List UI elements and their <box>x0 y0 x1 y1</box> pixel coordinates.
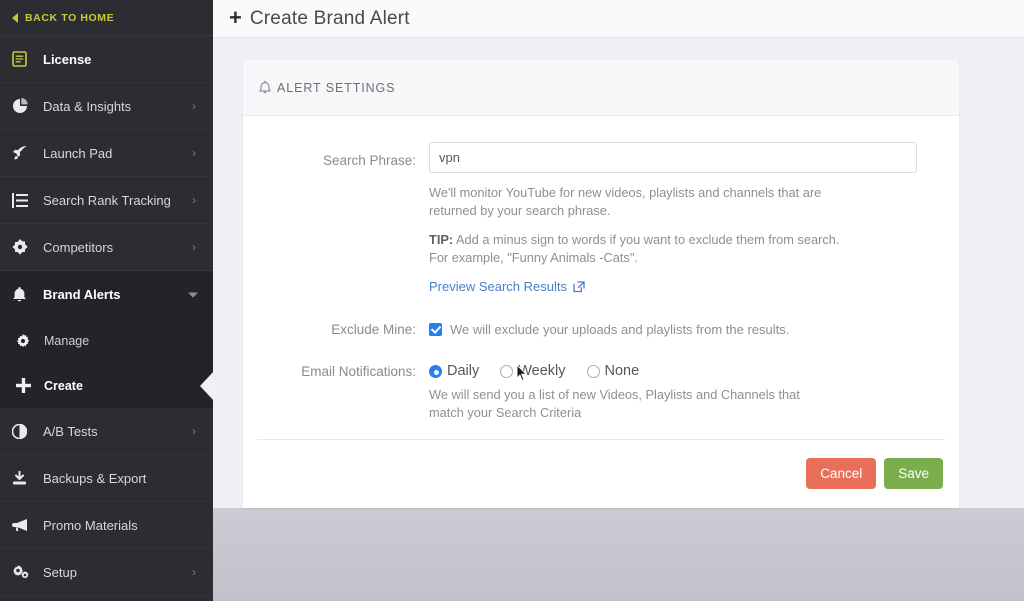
card-header: ALERT SETTINGS <box>243 60 959 116</box>
gears-icon <box>12 563 34 581</box>
radio-daily-label: Daily <box>447 363 480 379</box>
radio-weekly-indicator[interactable] <box>500 364 514 378</box>
active-indicator-caret-icon <box>200 370 213 401</box>
sidebar-subitem-create[interactable]: Create <box>0 363 213 408</box>
radio-none-label: None <box>604 363 640 379</box>
bell-icon <box>259 81 271 94</box>
radio-option-none[interactable]: None <box>586 363 640 379</box>
page-background-lower <box>213 508 1024 601</box>
sidebar-item-backups-export[interactable]: Backups & Export <box>0 455 213 502</box>
email-notifications-row: Email Notifications: Daily Weekly None W… <box>243 363 959 422</box>
radio-option-daily[interactable]: Daily <box>429 363 479 379</box>
alert-settings-card: ALERT SETTINGS Search Phrase: We'll moni… <box>243 60 959 508</box>
main-content: + Create Brand Alert ALERT SETTINGS Sear… <box>213 0 1024 601</box>
sidebar-item-label: Launch Pad <box>43 145 113 161</box>
caret-left-icon <box>12 12 18 23</box>
exclude-mine-label: Exclude Mine: <box>331 322 416 337</box>
search-phrase-tip: TIP: Add a minus sign to words if you wa… <box>429 231 849 267</box>
card-divider <box>257 439 945 440</box>
radio-weekly-label: Weekly <box>518 363 566 379</box>
sidebar-item-label: Competitors <box>43 239 114 255</box>
save-button[interactable]: Save <box>884 458 943 489</box>
bell-icon <box>12 286 34 304</box>
back-to-home-link[interactable]: BACK TO HOME <box>0 0 213 36</box>
contrast-circle-icon <box>12 422 34 440</box>
chevron-right-icon: › <box>192 146 196 160</box>
exclude-mine-checkbox[interactable] <box>429 323 442 336</box>
exclude-mine-text: We will exclude your uploads and playlis… <box>450 322 790 337</box>
radio-daily-indicator[interactable] <box>429 364 442 378</box>
sidebar-item-data-insights[interactable]: Data & Insights › <box>0 83 213 130</box>
megaphone-icon <box>12 516 34 534</box>
exclude-mine-checkbox-line[interactable]: We will exclude your uploads and playlis… <box>429 322 929 337</box>
brand-alerts-submenu: Manage Create <box>0 318 213 408</box>
email-notifications-label: Email Notifications: <box>301 364 416 379</box>
preview-search-results-label: Preview Search Results <box>429 279 567 294</box>
sidebar-subitem-label: Create <box>44 378 83 393</box>
preview-search-results-link[interactable]: Preview Search Results <box>429 279 585 294</box>
sidebar-item-label: Promo Materials <box>43 517 138 533</box>
search-phrase-input[interactable] <box>429 142 917 173</box>
plus-icon <box>16 378 40 393</box>
cancel-button[interactable]: Cancel <box>806 458 877 489</box>
radio-option-weekly[interactable]: Weekly <box>500 363 566 379</box>
sidebar-item-label: Backups & Export <box>43 470 147 486</box>
page-title: Create Brand Alert <box>249 7 410 29</box>
email-notifications-helper: We will send you a list of new Videos, P… <box>429 387 800 420</box>
radio-none-indicator[interactable] <box>586 364 600 378</box>
exclude-mine-row: Exclude Mine: We will exclude your uploa… <box>243 322 959 337</box>
sidebar-item-label: A/B Tests <box>43 423 98 439</box>
chevron-right-icon: › <box>192 424 196 438</box>
tip-label: TIP: <box>429 232 454 247</box>
search-phrase-field-group: We'll monitor YouTube for new videos, pl… <box>429 142 959 296</box>
chevron-right-icon: › <box>192 565 196 579</box>
preview-link-row: Preview Search Results <box>429 278 929 296</box>
target-diamond-icon <box>12 238 34 256</box>
sidebar-item-ab-tests[interactable]: A/B Tests › <box>0 408 213 455</box>
sidebar-item-label: Setup <box>43 564 77 580</box>
rocket-icon <box>12 144 34 162</box>
sidebar-item-label: Data & Insights <box>43 98 132 114</box>
plus-icon: + <box>229 4 242 30</box>
chevron-right-icon: › <box>192 99 196 113</box>
search-phrase-row: Search Phrase: We'll monitor YouTube for… <box>243 142 959 296</box>
external-link-icon <box>573 280 585 293</box>
sidebar-item-promo-materials[interactable]: Promo Materials <box>0 502 213 549</box>
card-actions: Cancel Save <box>806 458 943 489</box>
sidebar-item-label: Brand Alerts <box>43 287 121 302</box>
chevron-right-icon: › <box>192 240 196 254</box>
download-icon <box>12 469 34 487</box>
gear-icon <box>16 333 40 348</box>
search-phrase-helper-1: We'll monitor YouTube for new videos, pl… <box>429 185 822 218</box>
sidebar-item-brand-alerts[interactable]: Brand Alerts <box>0 271 213 318</box>
sidebar-item-label: Search Rank Tracking <box>43 192 171 208</box>
sidebar-item-setup[interactable]: Setup › <box>0 549 213 596</box>
exclude-mine-field-group: We will exclude your uploads and playlis… <box>429 322 959 337</box>
card-header-label: ALERT SETTINGS <box>277 80 396 95</box>
sidebar-item-competitors[interactable]: Competitors › <box>0 224 213 271</box>
sidebar-item-search-rank-tracking[interactable]: Search Rank Tracking › <box>0 177 213 224</box>
search-phrase-label: Search Phrase: <box>322 153 416 168</box>
pie-chart-icon <box>12 97 34 115</box>
page-header: + Create Brand Alert <box>213 0 1024 38</box>
sidebar: BACK TO HOME License Data & Insights › L… <box>0 0 213 601</box>
chevron-right-icon: › <box>192 193 196 207</box>
email-notifications-field-group: Daily Weekly None We will send you a lis… <box>429 363 959 422</box>
sidebar-item-license[interactable]: License <box>0 36 213 83</box>
sidebar-subitem-manage[interactable]: Manage <box>0 318 213 363</box>
sidebar-subitem-label: Manage <box>44 333 90 348</box>
license-document-icon <box>12 50 34 68</box>
email-notifications-radio-group: Daily Weekly None <box>429 363 929 379</box>
app-root: BACK TO HOME License Data & Insights › L… <box>0 0 1024 601</box>
tip-text: Add a minus sign to words if you want to… <box>429 232 840 265</box>
sidebar-item-launch-pad[interactable]: Launch Pad › <box>0 130 213 177</box>
chevron-down-icon <box>188 292 198 297</box>
sidebar-item-label: License <box>43 51 92 67</box>
list-icon <box>12 191 34 209</box>
back-to-home-label: BACK TO HOME <box>25 11 115 24</box>
